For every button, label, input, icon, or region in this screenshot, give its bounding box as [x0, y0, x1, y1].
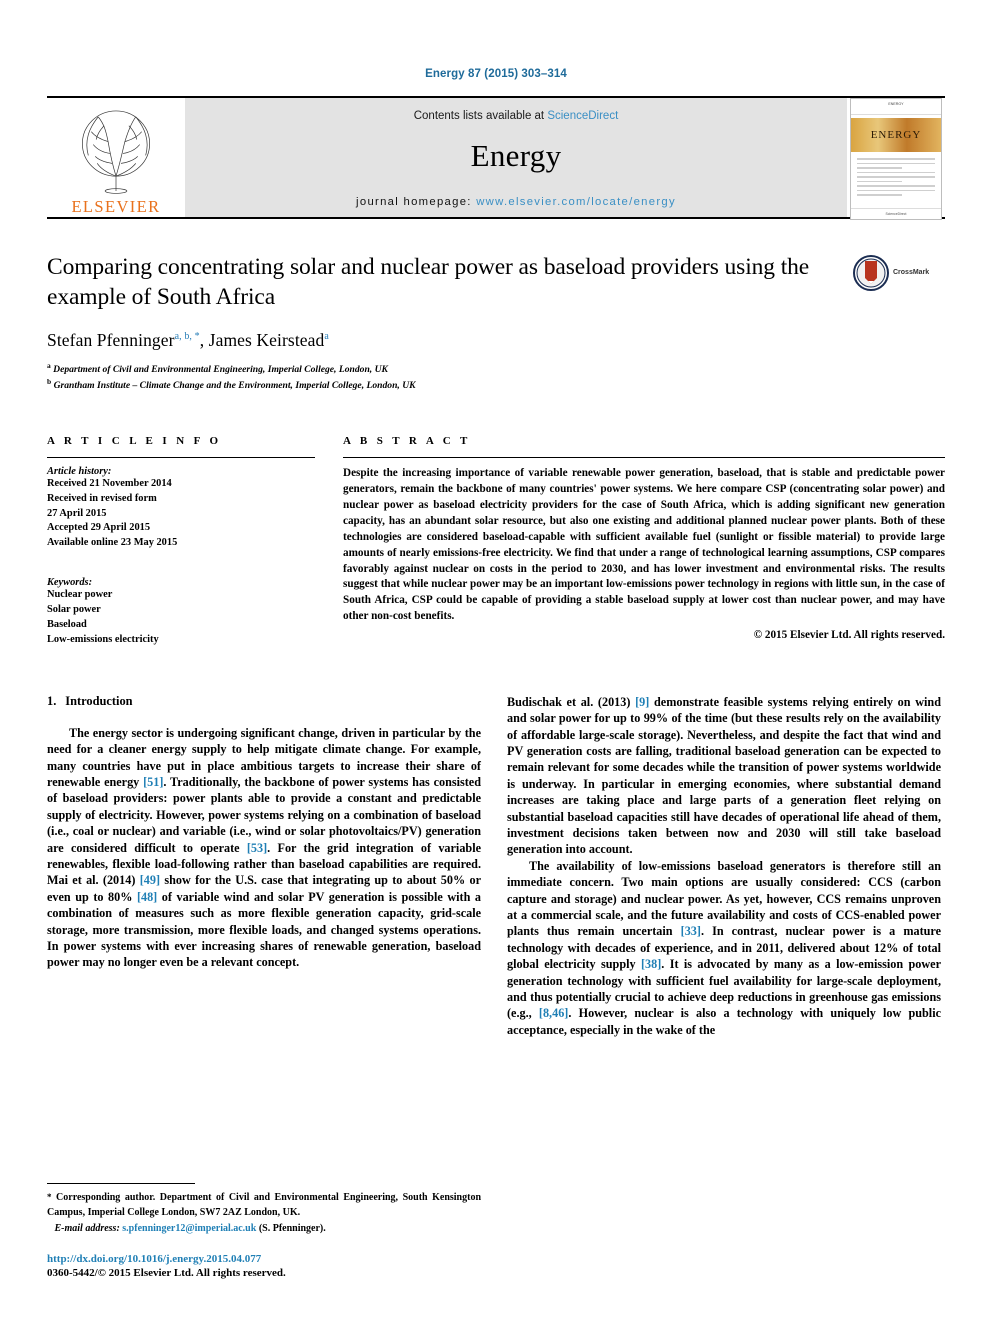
- article-page: Energy 87 (2015) 303–314 ELSEVIER Conten…: [0, 0, 992, 1323]
- section-number: 1.: [47, 693, 57, 708]
- abstract-heading: A B S T R A C T: [343, 434, 471, 447]
- paragraph-text: Budischak et al. (2013): [507, 694, 636, 709]
- keyword-item: Nuclear power: [47, 589, 113, 601]
- history-line: Received in revised form: [47, 492, 157, 504]
- cover-image: ENERGY ENERGY ScienceDirect: [850, 98, 942, 220]
- page-title: Comparing concentrating solar and nuclea…: [47, 254, 810, 310]
- cover-foot-text: ScienceDirect: [851, 208, 941, 219]
- body-paragraph: Budischak et al. (2013) [9] demonstrate …: [507, 694, 941, 858]
- crossmark-icon: [853, 255, 889, 291]
- history-line: 27 April 2015: [47, 507, 107, 519]
- author-name-2: James Keirstead: [208, 330, 325, 351]
- body-columns: 1. Introduction The energy sector is unde…: [47, 694, 945, 1039]
- citation-link[interactable]: [9]: [635, 695, 649, 709]
- affiliation-a-text: Department of Civil and Environmental En…: [53, 364, 388, 376]
- affiliation-b: b Grantham Institute – Climate Change an…: [47, 377, 825, 393]
- elsevier-logo: ELSEVIER: [47, 98, 185, 217]
- paragraph-text: . However, nuclear is also a technology …: [507, 1006, 941, 1037]
- contents-prefix: Contents lists available at: [413, 110, 545, 122]
- author-1-affiliation-marks[interactable]: a, b, *: [175, 331, 200, 342]
- left-paragraph-container: The energy sector is undergoing signific…: [47, 725, 481, 971]
- title-block: Comparing concentrating solar and nuclea…: [47, 253, 945, 393]
- body-paragraph: The energy sector is undergoing signific…: [47, 725, 481, 971]
- footnote-star: *: [47, 1192, 52, 1203]
- article-info-rule: [47, 456, 315, 458]
- journal-title: Energy: [470, 138, 562, 173]
- abstract-rule: [343, 456, 945, 458]
- affiliation-b-text: Grantham Institute – Climate Change and …: [53, 380, 416, 392]
- citation-link[interactable]: [8,46]: [539, 1006, 568, 1020]
- affiliations: a Department of Civil and Environmental …: [47, 361, 825, 393]
- keyword-item: Solar power: [47, 604, 101, 616]
- article-history-title: Article history:: [47, 465, 112, 477]
- paragraph-text: demonstrate feasible systems relying ent…: [507, 694, 941, 857]
- cover-band-text: ENERGY: [870, 129, 922, 141]
- crossmark-label: CrossMark: [893, 269, 930, 277]
- article-info-column: A R T I C L E I N F O Article history: R…: [47, 435, 315, 648]
- abstract-column: A B S T R A C T Despite the increasing i…: [343, 435, 945, 648]
- keyword-item: Low-emissions electricity: [47, 633, 159, 645]
- cover-title-band: ENERGY: [851, 118, 941, 152]
- citation-link[interactable]: [33]: [681, 924, 701, 938]
- journal-homepage-line: journal homepage: www.elsevier.com/locat…: [356, 196, 676, 208]
- info-and-abstract: A R T I C L E I N F O Article history: R…: [47, 435, 945, 648]
- affiliation-a: a Department of Civil and Environmental …: [47, 361, 825, 377]
- author-separator: ,: [199, 330, 209, 351]
- email-note: E-mail address: s.pfenninger12@imperial.…: [47, 1222, 481, 1236]
- sciencedirect-link[interactable]: ScienceDirect: [547, 110, 618, 122]
- author-name-1: Stefan Pfenninger: [47, 330, 175, 351]
- affiliation-b-mark: b: [47, 377, 52, 387]
- issn-copyright-line: 0360-5442/© 2015 Elsevier Ltd. All right…: [47, 1267, 286, 1279]
- citation-link[interactable]: [38]: [641, 957, 661, 971]
- section-heading-introduction: 1. Introduction: [47, 694, 481, 709]
- citation-link[interactable]: [48]: [137, 890, 157, 904]
- author-2-affiliation-marks[interactable]: a: [324, 331, 329, 342]
- homepage-label: journal homepage:: [356, 196, 472, 208]
- section-title: Introduction: [65, 693, 133, 708]
- affiliation-a-mark: a: [47, 361, 51, 371]
- keywords-title: Keywords:: [47, 577, 93, 589]
- footnote-rule: [47, 1183, 195, 1185]
- right-paragraph-container: Budischak et al. (2013) [9] demonstrate …: [507, 694, 941, 1039]
- corresponding-author-note: * Corresponding author. Department of Ci…: [47, 1191, 481, 1219]
- elsevier-wordmark: ELSEVIER: [71, 197, 161, 216]
- contents-available-line: Contents lists available at ScienceDirec…: [414, 110, 619, 122]
- cover-top-text: ENERGY: [851, 99, 941, 115]
- journal-cover-thumbnail: ENERGY ENERGY ScienceDirect: [847, 98, 945, 220]
- journal-masthead: ELSEVIER Contents lists available at Sci…: [47, 96, 945, 220]
- email-suffix: (S. Pfenninger).: [258, 1222, 326, 1234]
- citation-link[interactable]: [53]: [247, 841, 267, 855]
- abstract-copyright: © 2015 Elsevier Ltd. All rights reserved…: [753, 629, 945, 642]
- corresponding-author-text: Corresponding author. Department of Civi…: [47, 1192, 482, 1218]
- citation-link[interactable]: [51]: [143, 775, 163, 789]
- body-paragraph: The availability of low-emissions baselo…: [507, 858, 941, 1038]
- article-info-heading: A R T I C L E I N F O: [47, 434, 222, 447]
- journal-band: Contents lists available at ScienceDirec…: [185, 98, 847, 217]
- crossmark-badge[interactable]: CrossMark: [853, 255, 945, 291]
- homepage-url-link[interactable]: www.elsevier.com/locate/energy: [476, 196, 676, 208]
- author-list: Stefan Pfenningera, b, *, James Keirstea…: [47, 330, 825, 351]
- keywords-block: Keywords: Nuclear power Solar power Base…: [47, 577, 315, 648]
- email-label: E-mail address:: [54, 1222, 120, 1234]
- keyword-item: Baseload: [47, 618, 87, 630]
- footnote-area: * Corresponding author. Department of Ci…: [47, 1183, 481, 1279]
- elsevier-tree-icon: [82, 110, 150, 194]
- history-line: Available online 23 May 2015: [47, 537, 178, 549]
- history-line: Accepted 29 April 2015: [47, 522, 151, 534]
- body-left-column: 1. Introduction The energy sector is unde…: [47, 694, 481, 1039]
- cover-placeholder-lines: [857, 158, 935, 199]
- citation-link[interactable]: [49]: [140, 873, 160, 887]
- history-line: Received 21 November 2014: [47, 477, 172, 489]
- body-right-column: Budischak et al. (2013) [9] demonstrate …: [507, 694, 941, 1039]
- email-link[interactable]: s.pfenninger12@imperial.ac.uk: [122, 1223, 256, 1234]
- abstract-text: Despite the increasing importance of var…: [343, 466, 945, 623]
- running-head: Energy 87 (2015) 303–314: [425, 68, 567, 80]
- doi-link[interactable]: http://dx.doi.org/10.1016/j.energy.2015.…: [47, 1253, 481, 1265]
